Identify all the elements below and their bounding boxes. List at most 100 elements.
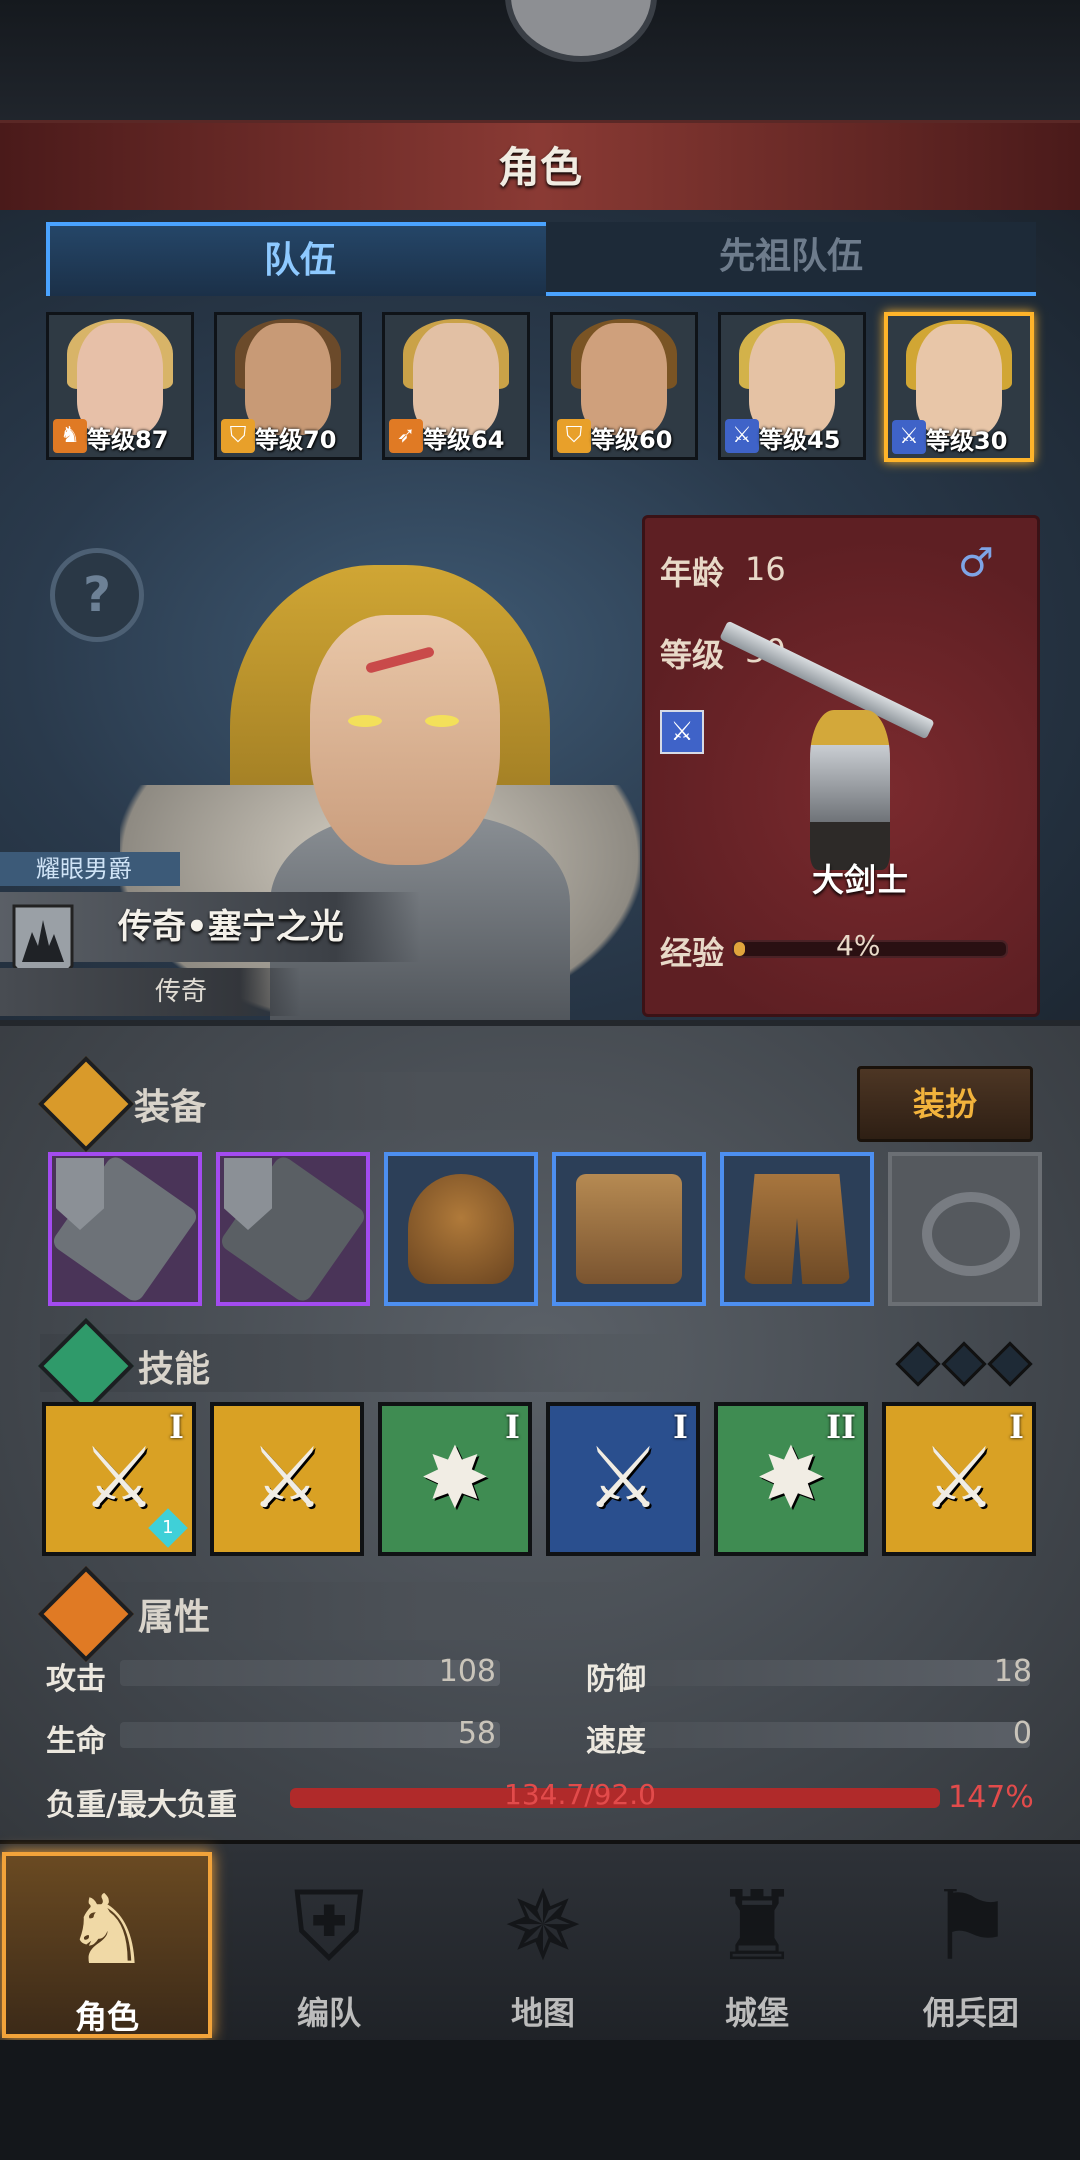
boots-icon: [744, 1174, 850, 1284]
load-percent: 147%: [948, 1780, 1034, 1815]
skill-rank: I: [505, 1408, 520, 1446]
skill-slot[interactable]: ⚔ I: [546, 1402, 700, 1556]
equipment-slot[interactable]: [552, 1152, 706, 1306]
skill-slot[interactable]: ✸ I: [378, 1402, 532, 1556]
attack-value: 108: [438, 1654, 496, 1689]
tab-ancestors[interactable]: 先祖队伍: [546, 222, 1036, 296]
portrait-eye: [348, 715, 382, 727]
page-title: 角色: [497, 143, 582, 192]
sword-icon: ⚔: [725, 419, 759, 453]
bottom-strip: [0, 2040, 1080, 2160]
ring-icon: [922, 1192, 1020, 1276]
equipment-slot[interactable]: [216, 1152, 370, 1306]
equipment-slot-empty[interactable]: [888, 1152, 1042, 1306]
skills-header: [40, 1334, 680, 1392]
load-value: 134.7/92.0: [504, 1778, 656, 1811]
team-member-card[interactable]: ⚔ 等级45: [718, 312, 866, 460]
nav-label: 佣兵团: [922, 1994, 1019, 2032]
equipment-title: 装备: [134, 1087, 207, 1128]
hero-rarity-banner: [0, 968, 300, 1016]
beast-icon: ♞: [53, 419, 87, 453]
hero-level: 等级87: [87, 426, 169, 454]
nav-label: 城堡: [724, 1994, 789, 2032]
nav-formation[interactable]: ⛨ 编队: [224, 1852, 434, 2038]
speed-value: 0: [1012, 1716, 1032, 1751]
hero-face: [581, 323, 667, 435]
hero-level: 等级30: [926, 427, 1008, 455]
hero-face: [749, 323, 835, 435]
sword-icon: ⚔: [892, 420, 926, 454]
hero-face: [916, 324, 1002, 436]
hero-name: 传奇•塞宁之光: [118, 907, 344, 947]
skills-title: 技能: [138, 1349, 211, 1390]
hero-level: 等级70: [255, 426, 337, 454]
male-icon: ♂: [958, 540, 994, 586]
skill-slot[interactable]: ⚔ I 1: [42, 1402, 196, 1556]
hero-face: [413, 323, 499, 435]
skill-rank: I: [1009, 1408, 1024, 1446]
title-bar: 角色: [0, 120, 1080, 216]
class-name: 大剑士: [811, 861, 908, 899]
skill-slot[interactable]: ⚔ I: [882, 1402, 1036, 1556]
tab-team[interactable]: 队伍: [46, 222, 554, 296]
sword-class-icon: ⚔: [660, 710, 704, 754]
nav-map[interactable]: ✵ 地图: [438, 1852, 648, 2038]
defense-label: 防御: [586, 1662, 646, 1697]
exp-bar-fill: [734, 942, 745, 956]
crossed-swords-icon: ⚔: [921, 1429, 997, 1527]
hero-title: 耀眼男爵: [36, 855, 132, 883]
team-member-card[interactable]: ➶ 等级64: [382, 312, 530, 460]
nav-label: 角色: [74, 1998, 139, 2036]
skill-rank: I: [169, 1408, 184, 1446]
crossed-swords-icon: ⚔: [81, 1429, 157, 1527]
bow-icon: ➶: [389, 419, 423, 453]
shield-icon: ⛉: [221, 419, 255, 453]
attack-label: 攻击: [46, 1662, 106, 1697]
mercenary-icon: ⚑: [927, 1870, 1015, 1982]
nav-character[interactable]: ♞ 角色: [2, 1852, 212, 2038]
load-label: 负重/最大负重: [46, 1788, 237, 1823]
team-member-card[interactable]: ⛉ 等级60: [550, 312, 698, 460]
hp-label: 生命: [46, 1724, 106, 1759]
shield-icon: ⛉: [557, 419, 591, 453]
skill-slot[interactable]: ✸ II: [714, 1402, 868, 1556]
defense-value: 18: [993, 1654, 1032, 1689]
hero-sprite: [810, 710, 890, 870]
speed-label: 速度: [586, 1724, 646, 1759]
team-member-card-selected[interactable]: ⚔ 等级30: [884, 312, 1034, 462]
nav-mercenaries[interactable]: ⚑ 佣兵团: [866, 1852, 1076, 2038]
question-icon: ?: [83, 567, 111, 623]
sword-aura-icon: ⚔: [249, 1429, 325, 1527]
portrait-eye: [425, 715, 459, 727]
burst-icon: ✸: [419, 1429, 491, 1527]
dress-up-button[interactable]: 装扮: [857, 1066, 1033, 1142]
hero-level: 等级45: [759, 426, 841, 454]
equipment-slot[interactable]: [48, 1152, 202, 1306]
exp-value: 4%: [836, 929, 881, 962]
hero-rarity: 传奇: [155, 977, 208, 1007]
nav-castle[interactable]: ♜ 城堡: [652, 1852, 862, 2038]
compass-icon: ✵: [502, 1870, 584, 1982]
equipment-slot[interactable]: [384, 1152, 538, 1306]
age-label: 年龄: [660, 554, 725, 592]
skill-rank: II: [826, 1408, 856, 1446]
skill-badge-count: 1: [162, 1516, 174, 1538]
skill-rank: I: [673, 1408, 688, 1446]
knight-icon: ♞: [63, 1874, 151, 1986]
team-member-card[interactable]: ♞ 等级87: [46, 312, 194, 460]
team-member-card[interactable]: ⛉ 等级70: [214, 312, 362, 460]
helmet-icon: ⛨: [293, 1870, 365, 1982]
nav-label: 地图: [510, 1994, 575, 2032]
hero-level: 等级60: [591, 426, 673, 454]
hero-face: [77, 323, 163, 435]
hero-level: 等级64: [423, 426, 505, 454]
castle-icon: ♜: [713, 1870, 801, 1982]
equipment-slot[interactable]: [720, 1152, 874, 1306]
crossed-swords-icon: ⚔: [585, 1429, 661, 1527]
attributes-header: [40, 1582, 680, 1640]
hero-face: [245, 323, 331, 435]
exp-label: 经验: [660, 934, 725, 972]
skill-slot[interactable]: ⚔: [210, 1402, 364, 1556]
hp-value: 58: [457, 1716, 496, 1751]
level-label: 等级: [660, 636, 725, 674]
